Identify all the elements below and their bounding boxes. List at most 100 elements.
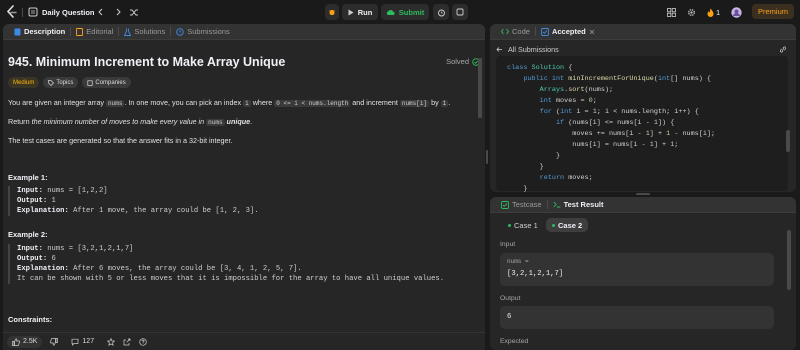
difficulty-badge: Medium	[8, 77, 40, 88]
input-label: Input:	[17, 245, 43, 253]
code-line-1: class Solution {	[507, 64, 573, 72]
description-paragraph-2: Return the minimum number of moves to ma…	[8, 117, 252, 126]
description-paragraph-1: You are given an integer array nums. In …	[8, 98, 450, 107]
inline-code: nums[i]	[399, 100, 430, 107]
streak-counter[interactable]: 1	[707, 4, 720, 20]
horizontal-resize-handle[interactable]	[486, 150, 488, 164]
case-1-tab[interactable]: Case 1	[502, 218, 544, 232]
notes-button[interactable]	[452, 4, 468, 20]
flask-icon	[124, 28, 132, 36]
comments-button[interactable]: 127	[66, 336, 99, 348]
test-scrollbar[interactable]	[787, 230, 791, 290]
code-scrollbar[interactable]	[786, 130, 790, 152]
code-line-7: moves += nums[i - 1] + 1 - nums[i];	[507, 130, 716, 138]
share-icon	[123, 338, 131, 345]
tab-editorial[interactable]: Editorial	[71, 24, 118, 40]
example-1-block: Input: nums = [1,2,2] Output: 1 Explanat…	[8, 186, 465, 216]
tab-editorial-label: Editorial	[86, 27, 114, 36]
vertical-resize-handle[interactable]	[636, 193, 650, 195]
premium-button[interactable]: Premium	[752, 4, 794, 19]
problem-list-button[interactable]	[28, 4, 38, 20]
example-1-explanation-value: After 1 move, the array could be [1, 2, …	[73, 207, 259, 215]
code-brackets-icon	[501, 28, 509, 35]
tab-testcase-label: Testcase	[512, 200, 542, 209]
cloud-upload-icon	[386, 9, 395, 15]
example-2-explanation-value: After 6 moves, the array could be [3, 4,…	[73, 265, 302, 273]
topics-chip[interactable]: Topics	[43, 77, 79, 88]
chevron-right-icon	[116, 8, 121, 16]
daily-question-link[interactable]: Daily Question	[42, 4, 95, 20]
para1-text-c: where	[250, 98, 275, 107]
tab-description[interactable]: Description	[9, 24, 70, 40]
question-circle-icon	[139, 337, 147, 346]
comment-icon	[72, 338, 79, 346]
para2-text-b: the minimum number of moves to make ever…	[31, 117, 207, 126]
input-section-label: Input	[500, 241, 516, 248]
random-problem-button[interactable]	[129, 4, 139, 20]
example-1-output-value: 1	[51, 197, 56, 205]
tab-solutions-label: Solutions	[134, 27, 166, 36]
layout-button[interactable]	[667, 4, 676, 20]
submit-button[interactable]: Submit	[381, 4, 429, 20]
close-icon[interactable]	[589, 29, 595, 35]
debug-button[interactable]	[325, 4, 339, 20]
link-icon[interactable]	[779, 46, 787, 53]
description-footer: 2.5K 127	[3, 332, 485, 350]
input-box[interactable]: nums = [3,2,1,2,1,7]	[500, 253, 774, 286]
dislike-button[interactable]	[50, 336, 59, 348]
tab-solutions[interactable]: Solutions	[119, 24, 170, 40]
tab-testcase[interactable]: Testcase	[496, 197, 547, 213]
tab-accepted[interactable]: Accepted	[536, 24, 600, 40]
code-line-2: public int minIncrementForUnique(int[] n…	[523, 75, 712, 83]
share-button[interactable]	[123, 336, 131, 348]
gear-icon	[688, 8, 695, 16]
output-box[interactable]: 6	[500, 306, 774, 329]
run-label: Run	[357, 7, 373, 17]
example-1-output: Output: 1	[17, 196, 465, 206]
clock-icon	[176, 27, 184, 36]
list-icon	[28, 7, 38, 17]
example-2-output-value: 6	[51, 255, 56, 263]
para2-text-a: Return	[8, 117, 32, 126]
tab-test-result[interactable]: Test Result	[548, 197, 609, 213]
problem-tags: Medium Topics Companies	[8, 77, 131, 88]
problem-title[interactable]: 945. Minimum Increment to Make Array Uni…	[8, 55, 285, 69]
example-2-input: Input: nums = [3,2,1,2,1,7]	[17, 244, 465, 254]
tab-code-label: Code	[512, 27, 530, 36]
solved-label: Solved	[446, 57, 469, 66]
tab-code[interactable]: Code	[496, 24, 535, 40]
pass-dot-icon	[508, 223, 511, 227]
example-1-input-value: nums = [1,2,2]	[47, 187, 108, 195]
output-label: Output:	[17, 197, 48, 205]
user-avatar[interactable]	[731, 4, 742, 20]
next-problem-button[interactable]	[114, 4, 122, 20]
all-submissions-link[interactable]: All Submissions	[496, 45, 559, 54]
favorite-button[interactable]	[107, 336, 116, 348]
like-count: 2.5K	[23, 338, 38, 345]
inline-code: 0 <= i < nums.length	[274, 100, 351, 107]
leetcode-logo[interactable]	[6, 5, 18, 19]
flame-icon	[707, 8, 714, 17]
thumbs-down-icon	[50, 337, 59, 346]
tab-submissions[interactable]: Submissions	[171, 24, 235, 40]
description-scrollbar[interactable]	[478, 58, 482, 118]
companies-chip[interactable]: Companies	[82, 77, 131, 88]
timer-button[interactable]	[433, 4, 449, 20]
run-button[interactable]: Run	[342, 4, 378, 20]
input-variable-name: nums =	[507, 258, 529, 265]
code-line-12: }	[507, 185, 528, 193]
play-icon	[348, 9, 354, 15]
para1-text-f: .	[448, 98, 451, 107]
topics-label: Topics	[56, 79, 74, 86]
constraints-title: Constraints:	[8, 315, 53, 324]
case-2-tab[interactable]: Case 2	[546, 218, 589, 232]
help-button[interactable]	[139, 336, 147, 348]
case-2-label: Case 2	[558, 220, 583, 230]
prev-problem-button[interactable]	[97, 4, 105, 20]
example-1-input: Input: nums = [1,2,2]	[17, 186, 465, 196]
arrow-left-icon	[496, 47, 502, 52]
case-1-label: Case 1	[514, 220, 538, 230]
settings-button[interactable]	[687, 4, 696, 20]
like-button[interactable]: 2.5K	[7, 335, 43, 348]
para2-text-c: unique	[224, 117, 251, 126]
